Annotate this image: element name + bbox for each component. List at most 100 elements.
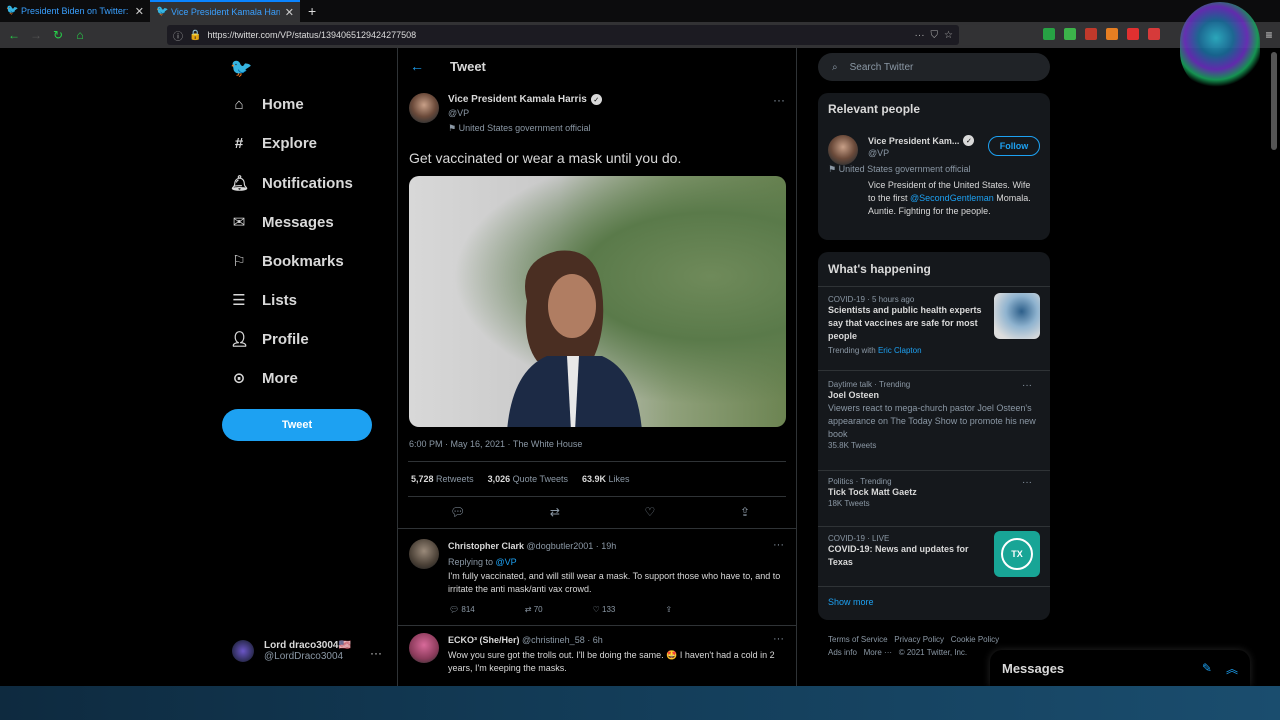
relevant-name[interactable]: Vice President Kam... ✓ — [868, 135, 975, 146]
like-icon[interactable]: ♡ — [645, 505, 656, 519]
extension-icon[interactable] — [1085, 28, 1097, 40]
extension-icon[interactable] — [1043, 28, 1055, 40]
reply-tweet[interactable]: ECKO³ (She/Her) @christineh_58 · 6h ··· … — [409, 633, 789, 683]
new-message-icon[interactable]: ✎ — [1202, 661, 1212, 675]
likes-stat[interactable]: 63.9K Likes — [582, 474, 630, 484]
trend-item[interactable]: Daytime talk · Trending ··· Joel Osteen … — [828, 380, 1040, 450]
back-icon[interactable]: ← — [3, 28, 25, 42]
trend-thumbnail[interactable] — [994, 293, 1040, 339]
browser-navbar: ← → ↻ ⌂ ⓘ 🔒 https://twitter.com/VP/statu… — [0, 22, 1280, 48]
replying-to-link[interactable]: @VP — [496, 557, 517, 567]
share-icon[interactable]: ⇪ — [740, 505, 750, 519]
browser-tab-2[interactable]: 🐦 Vice President Kamala Harris ✕ — [150, 0, 300, 22]
footer-link[interactable]: Ads info — [828, 648, 857, 657]
reply-handle[interactable]: @dogbutler2001 — [527, 541, 594, 551]
more-icon[interactable]: ··· — [1022, 380, 1032, 391]
nav-label: More — [262, 369, 298, 387]
menu-icon[interactable]: ≡ — [1258, 28, 1280, 42]
footer-link[interactable]: More ··· — [864, 648, 892, 657]
nav-item-bookmarks[interactable]: ⚐ Bookmarks — [230, 252, 344, 271]
back-arrow-icon[interactable]: ← — [410, 58, 424, 74]
extension-icon[interactable] — [1148, 28, 1160, 40]
bell-icon: 🔔︎ — [230, 175, 250, 192]
post-image[interactable] — [409, 176, 786, 427]
avatar[interactable] — [828, 135, 858, 165]
reply-author[interactable]: Christopher Clark — [448, 541, 524, 551]
footer-link[interactable]: Cookie Policy — [951, 635, 999, 644]
quotes-label: Quote Tweets — [512, 474, 568, 484]
share-icon[interactable]: ⇪ — [665, 605, 672, 614]
forward-icon[interactable]: → — [25, 28, 47, 42]
url-bar[interactable]: ⓘ 🔒 https://twitter.com/VP/status/139406… — [167, 25, 959, 45]
info-icon[interactable]: ⓘ — [173, 28, 183, 43]
nav-item-more[interactable]: ⊙ More — [230, 369, 298, 388]
footer-link[interactable]: Terms of Service — [828, 635, 888, 644]
reload-icon[interactable]: ↻ — [47, 28, 69, 42]
more-icon[interactable]: ··· — [773, 633, 784, 645]
more-icon[interactable]: ··· — [1022, 477, 1032, 488]
extension-icon[interactable] — [1064, 28, 1076, 40]
reply-handle[interactable]: @christineh_58 — [522, 635, 585, 645]
bio-link[interactable]: @SecondGentleman — [910, 193, 994, 203]
more-icon[interactable]: ··· — [773, 93, 785, 107]
tab-label: President Biden on Twitter: "Be — [21, 6, 130, 16]
reply-time[interactable]: 6h — [593, 635, 603, 645]
retweets-stat[interactable]: 5,728 Retweets — [411, 474, 474, 484]
nav-item-explore[interactable]: # Explore — [230, 135, 317, 152]
account-switcher[interactable]: Lord draco3004🇺🇸 @LordDraco3004 ··· — [232, 640, 382, 662]
reply-like-action[interactable]: ♡ 133 — [593, 605, 616, 614]
pocket-icon[interactable]: ⛉ — [931, 30, 939, 41]
close-icon[interactable]: ✕ — [135, 5, 144, 18]
nav-item-notifications[interactable]: 🔔︎ Notifications — [230, 174, 353, 193]
reply-time[interactable]: 19h — [601, 541, 616, 551]
search-box[interactable]: ⌕ Search Twitter — [818, 53, 1050, 81]
page-title: Tweet — [450, 58, 486, 74]
messages-drawer[interactable]: Messages ✎ ︽ — [990, 650, 1250, 686]
trend-link[interactable]: Eric Clapton — [878, 346, 922, 355]
retweets-label: Retweets — [436, 474, 474, 484]
twitter-logo-icon[interactable]: 🐦 — [230, 58, 252, 79]
retweet-icon[interactable]: ⇄ — [550, 505, 560, 519]
new-tab-icon[interactable]: + — [308, 3, 316, 19]
more-icon[interactable]: ··· — [915, 30, 925, 41]
avatar — [232, 640, 254, 662]
avatar[interactable] — [409, 633, 439, 663]
follow-button[interactable]: Follow — [988, 136, 1040, 156]
desktop-taskbar — [0, 686, 1280, 720]
nav-item-lists[interactable]: ☰ Lists — [230, 291, 297, 310]
avatar[interactable] — [409, 93, 439, 123]
reply-icon[interactable]: 💬︎ — [450, 505, 465, 519]
more-icon[interactable]: ··· — [370, 646, 382, 660]
reply-tweet[interactable]: Christopher Clark @dogbutler2001 · 19h ·… — [409, 539, 789, 619]
show-more-link[interactable]: Show more — [828, 597, 874, 607]
quotes-stat[interactable]: 3,026 Quote Tweets — [488, 474, 568, 484]
scrollbar[interactable] — [1271, 52, 1277, 150]
more-icon[interactable]: ··· — [773, 539, 784, 551]
star-icon[interactable]: ☆ — [944, 30, 953, 41]
post-handle[interactable]: @VP — [448, 108, 469, 118]
post-author[interactable]: Vice President Kamala Harris ✓ — [448, 94, 602, 105]
nav-item-home[interactable]: ⌂ Home — [230, 96, 303, 113]
tweet-button[interactable]: Tweet — [222, 409, 372, 441]
browser-tab-1[interactable]: 🐦 President Biden on Twitter: "Be ✕ — [0, 0, 150, 22]
hashtag-icon: # — [234, 135, 244, 152]
avatar[interactable] — [409, 539, 439, 569]
footer-link[interactable]: Privacy Policy — [894, 635, 944, 644]
home-icon[interactable]: ⌂ — [69, 28, 91, 42]
reply-reply-action[interactable]: 💬︎ 814 — [449, 605, 475, 614]
extension-icon[interactable] — [1106, 28, 1118, 40]
verified-icon: ✓ — [590, 94, 602, 105]
nav-item-profile[interactable]: 👤︎ Profile — [230, 330, 309, 349]
reply-retweet-action[interactable]: ⇄ 70 — [525, 605, 543, 614]
chevron-up-icon[interactable]: ︽ — [1226, 660, 1238, 677]
reply-author[interactable]: ECKO³ (She/Her) — [448, 635, 520, 645]
search-input[interactable]: Search Twitter — [850, 62, 914, 73]
nav-label: Bookmarks — [262, 252, 344, 270]
like-count: 133 — [602, 605, 616, 614]
relevant-handle[interactable]: @VP — [868, 148, 889, 158]
trend-thumbnail[interactable]: TX — [994, 531, 1040, 577]
extension-icon[interactable] — [1127, 28, 1139, 40]
nav-item-messages[interactable]: ✉ Messages — [230, 213, 334, 232]
trend-item[interactable]: Politics · Trending ··· Tick Tock Matt G… — [828, 477, 1040, 508]
close-icon[interactable]: ✕ — [285, 6, 294, 19]
